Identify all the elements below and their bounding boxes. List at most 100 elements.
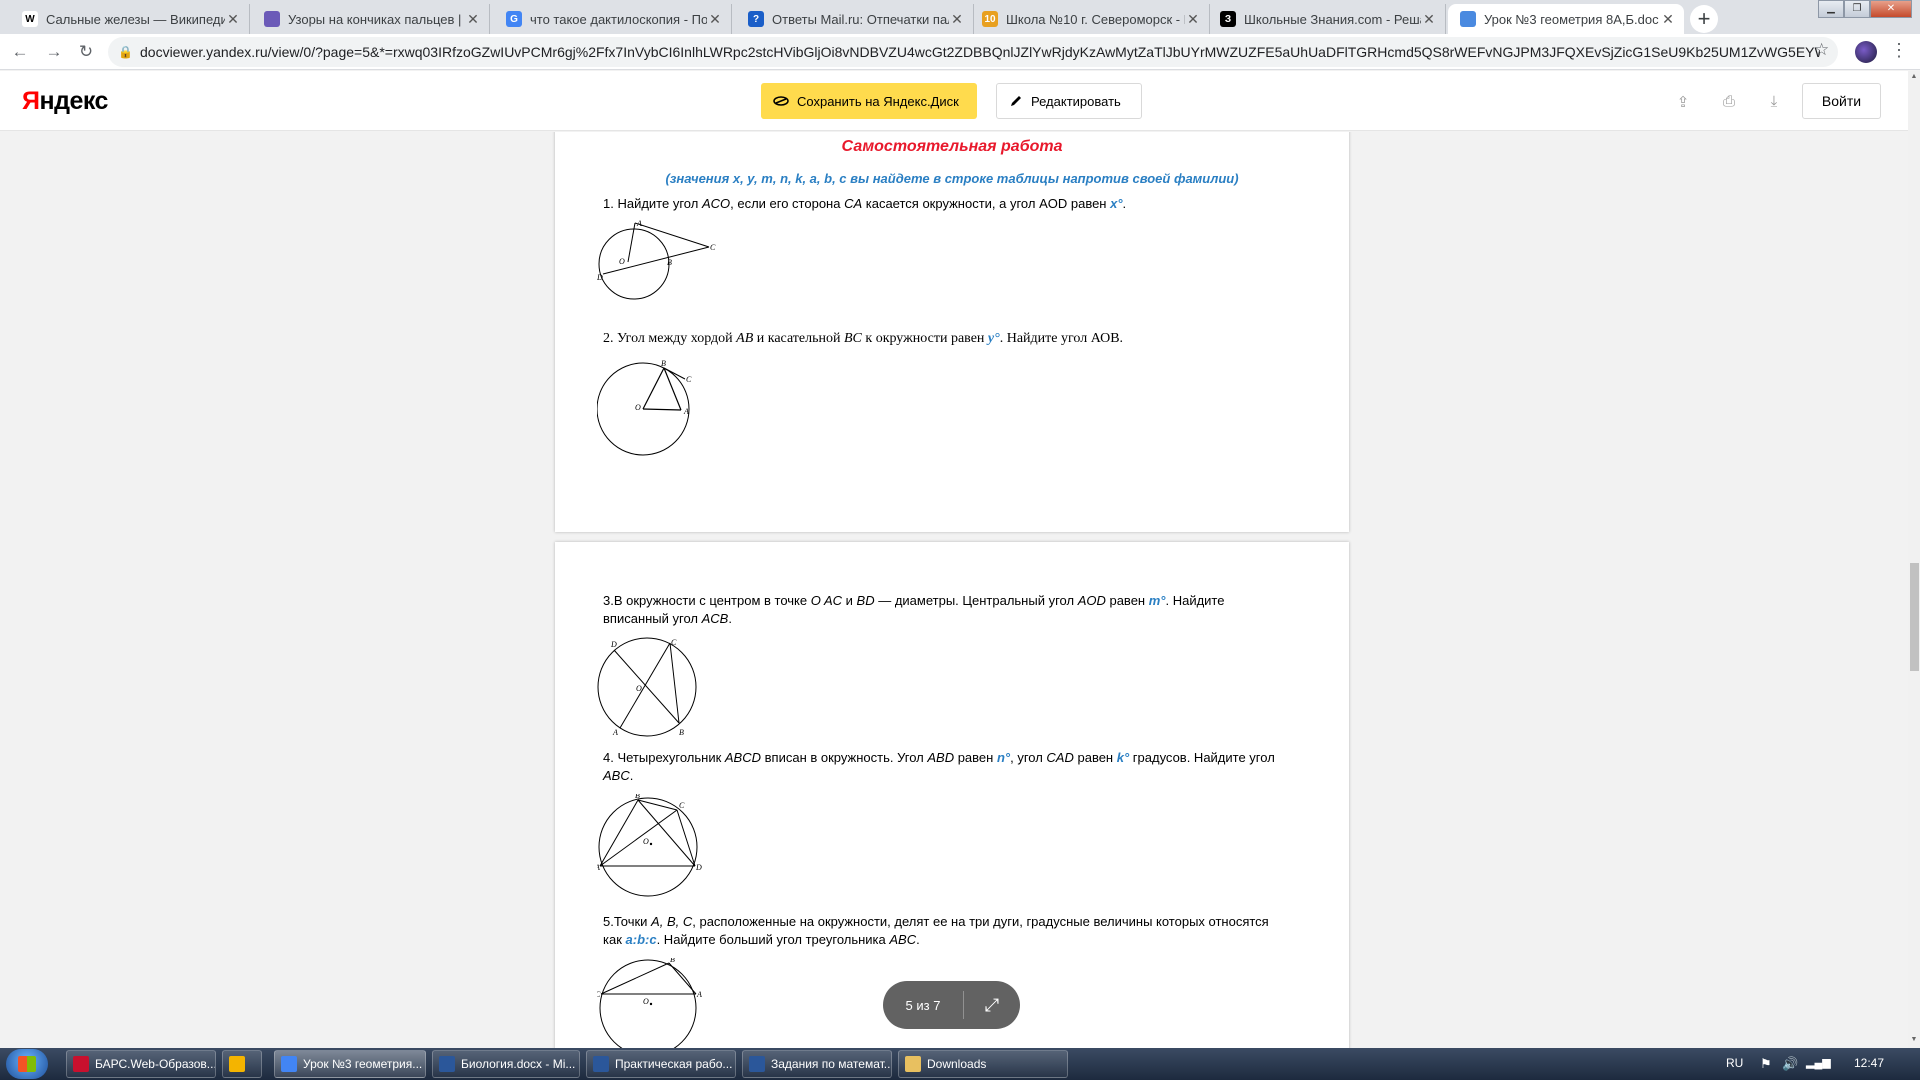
browser-tab[interactable]: ? Ответы Mail.ru: Отпечатки паль ✕ (736, 4, 974, 34)
svg-text:O: O (635, 403, 641, 412)
url-text: docviewer.yandex.ru/view/0/?page=5&*=rxw… (140, 44, 1820, 60)
taskbar-item[interactable] (222, 1050, 262, 1078)
tab-title: Школьные Знания.com - Решае (1244, 11, 1421, 27)
new-tab-button[interactable]: + (1690, 5, 1718, 33)
profile-avatar[interactable] (1855, 41, 1877, 63)
browser-tab[interactable]: Урок №3 геометрия 8А,Б.doc ✕ (1448, 4, 1684, 34)
disk-icon (773, 96, 789, 106)
app-icon (73, 1056, 89, 1072)
worksheet-subtitle: (значения x, y, m, n, k, a, b, c вы найд… (665, 171, 1239, 186)
language-indicator[interactable]: RU (1726, 1056, 1743, 1070)
start-button[interactable] (6, 1049, 48, 1079)
scroll-down-arrow[interactable]: ▼ (1909, 1036, 1919, 1046)
svg-text:A: A (683, 407, 689, 416)
forward-icon[interactable]: → (42, 41, 66, 65)
google-icon: G (506, 11, 522, 27)
bookmark-star-icon[interactable]: ☆ (1814, 40, 1829, 60)
browser-tab[interactable]: Узоры на кончиках пальцев | Хс ✕ (252, 4, 490, 34)
tab-title: Ответы Mail.ru: Отпечатки паль (772, 11, 949, 27)
maximize-button[interactable]: ❐ (1844, 0, 1870, 18)
svg-text:C: C (686, 375, 692, 384)
app-icon (905, 1056, 921, 1072)
task-5-text: 5.Точки A, B, C, расположенные на окружн… (603, 914, 1269, 947)
task-2-text: 2. Угол между хордой AB и касательной BC… (603, 331, 1124, 346)
close-tab-icon[interactable]: ✕ (1421, 11, 1437, 28)
windows-taskbar: БАРС.Web-Образов... Урок №3 геометрия... Б… (0, 1048, 1920, 1080)
browser-tab[interactable]: W Сальные железы — Википедия ✕ (10, 4, 250, 34)
taskbar-item-label: Практическая рабо... (615, 1057, 733, 1071)
taskbar-item[interactable]: Практическая рабо... (586, 1050, 736, 1078)
network-icon[interactable]: ▂▄▆ (1806, 1056, 1831, 1069)
close-tab-icon[interactable]: ✕ (1660, 11, 1676, 28)
windows-logo-icon (18, 1056, 36, 1072)
svg-text:O: O (643, 997, 649, 1006)
minimize-button[interactable]: ▁ (1818, 0, 1844, 18)
close-window-button[interactable]: ✕ (1870, 0, 1912, 18)
svg-text:D: D (610, 640, 617, 649)
svg-text:B: B (667, 258, 672, 267)
notification-icon[interactable]: ⚑ (1760, 1056, 1772, 1072)
svg-text:B: B (679, 728, 684, 737)
share-icon[interactable]: ⇪ (1674, 93, 1692, 111)
mailru-answers-icon: ? (748, 11, 764, 27)
taskbar-item-label: БАРС.Web-Образов... (95, 1057, 216, 1071)
tab-title: Сальные железы — Википедия (46, 11, 225, 27)
scroll-up-arrow[interactable]: ▲ (1909, 73, 1919, 83)
close-tab-icon[interactable]: ✕ (1185, 11, 1201, 28)
yandex-logo[interactable]: Яндекс (22, 87, 108, 116)
browser-toolbar: ← → ↻ 🔒 docviewer.yandex.ru/view/0/?page… (0, 34, 1920, 70)
volume-icon[interactable]: 🔊 (1782, 1056, 1798, 1072)
edit-button[interactable]: Редактировать (996, 83, 1142, 119)
save-to-disk-button[interactable]: Сохранить на Яндекс.Диск (761, 83, 977, 119)
taskbar-item[interactable]: БАРС.Web-Образов... (66, 1050, 216, 1078)
close-tab-icon[interactable]: ✕ (707, 11, 723, 28)
clock[interactable]: 12:47 (1854, 1056, 1884, 1070)
page-number-text: 5 из 7 (905, 997, 941, 1013)
scrollbar-thumb[interactable] (1910, 563, 1919, 671)
docviewer-header: Яндекс Сохранить на Яндекс.Диск Редактир… (0, 71, 1908, 131)
task-4-figure: B C O A D (597, 794, 702, 897)
browser-tab-strip: W Сальные железы — Википедия ✕ Узоры на кон… (0, 0, 1920, 34)
browser-tab[interactable]: 10 Школа №10 г. Североморск - П ✕ (970, 4, 1210, 34)
page-counter: 5 из 7 ⤢ (883, 981, 1020, 1029)
taskbar-item[interactable]: Урок №3 геометрия... (274, 1050, 426, 1078)
close-tab-icon[interactable]: ✕ (949, 11, 965, 28)
pencil-icon (1011, 96, 1021, 106)
task-2-figure: O B C A (597, 359, 692, 456)
download-icon[interactable]: ⤓ (1765, 93, 1783, 111)
svg-text:O: O (636, 684, 642, 693)
taskbar-item[interactable]: Downloads (898, 1050, 1068, 1078)
reload-icon[interactable]: ↻ (74, 41, 98, 65)
browser-menu-icon[interactable]: ⋮ (1890, 40, 1908, 61)
browser-tab[interactable]: З Школьные Знания.com - Решае ✕ (1208, 4, 1446, 34)
browser-tab[interactable]: Gчто такое дактилоскопия - Пои ✕ (494, 4, 732, 34)
svg-text:A: A (612, 728, 618, 737)
svg-text:D: D (695, 863, 702, 872)
taskbar-item[interactable]: Задания по математ... (742, 1050, 892, 1078)
svg-text:C: C (710, 243, 716, 252)
svg-text:D: D (597, 273, 603, 282)
svg-text:A: A (597, 863, 600, 872)
taskbar-item[interactable]: Биология.docx - Mi... (432, 1050, 580, 1078)
print-icon[interactable]: ⎙ (1720, 93, 1738, 111)
vertical-scrollbar[interactable] (1908, 71, 1920, 1048)
close-tab-icon[interactable]: ✕ (225, 11, 241, 28)
tab-title: Узоры на кончиках пальцев | Хс (288, 11, 465, 27)
fullscreen-icon[interactable]: ⤢ (964, 995, 1020, 1016)
address-bar[interactable]: 🔒 docviewer.yandex.ru/view/0/?page=5&*=r… (108, 37, 1838, 67)
back-icon[interactable]: ← (8, 41, 32, 65)
svg-text:B: B (670, 958, 675, 964)
close-tab-icon[interactable]: ✕ (465, 11, 481, 28)
app-icon (749, 1056, 765, 1072)
document-viewport[interactable]: Самостоятельная работа (значения x, y, m… (0, 132, 1908, 1048)
znanija-icon: З (1220, 11, 1236, 27)
svg-text:A: A (636, 220, 642, 228)
task-3-text: 3.В окружности с центром в точке O AC и … (603, 593, 1225, 626)
task-1-text: 1. Найдите угол ACO, если его сторона CA… (603, 196, 1127, 211)
task-3-figure: D C O A B (597, 637, 697, 737)
svg-text:B: B (661, 359, 666, 368)
document-page: 3.В окружности с центром в точке O AC и … (555, 542, 1349, 1048)
svg-text:A: A (696, 990, 702, 999)
login-button[interactable]: Войти (1802, 83, 1881, 119)
taskbar-item-label: Задания по математ... (771, 1057, 892, 1071)
